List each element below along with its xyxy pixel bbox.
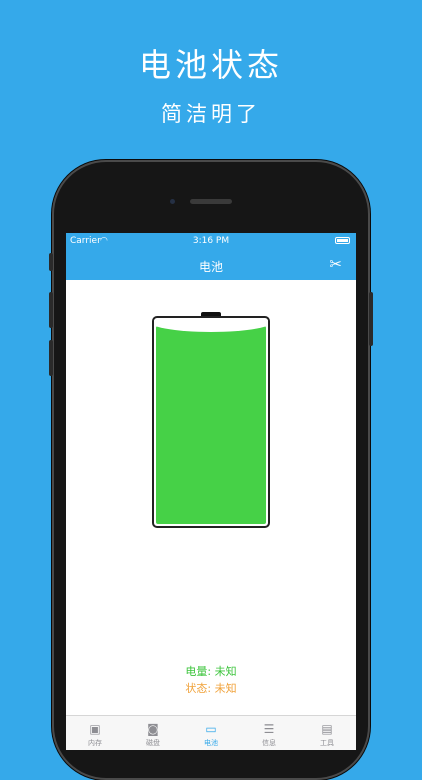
navigation-bar: Carrier ◠ 3:16 PM 电池 ✂	[66, 233, 356, 280]
memory-chip-icon: ▣	[89, 722, 101, 736]
tab-label: 电池	[204, 739, 218, 747]
tab-label: 磁盘	[146, 739, 160, 747]
battery-wave	[154, 320, 268, 333]
status-time: 3:16 PM	[192, 236, 230, 246]
battery-tab-icon: ▭	[205, 722, 217, 736]
tab-battery[interactable]: ▭ 电池	[182, 716, 240, 750]
page-title: 电池	[198, 260, 223, 274]
battery-body	[152, 316, 270, 528]
power-button	[369, 292, 373, 346]
battery-fill	[154, 320, 268, 524]
battery-level-text: 电量: 未知	[185, 665, 237, 678]
volume-up-button	[49, 292, 53, 328]
tab-tools[interactable]: ▤ 工具	[298, 716, 356, 750]
battery-state-text: 状态: 未知	[185, 682, 237, 695]
tab-label: 信息	[262, 739, 276, 747]
info-list-icon: ☰	[263, 722, 275, 736]
app-screen: Carrier ◠ 3:16 PM 电池 ✂ 电量: 未知 状态: 未知 ▣ 内…	[66, 233, 356, 750]
tab-disk[interactable]: ◙ 磁盘	[124, 716, 182, 750]
scissors-icon[interactable]: ✂	[329, 255, 342, 273]
promo-subtitle: 简洁明了	[161, 102, 261, 126]
status-battery-icon	[335, 237, 350, 244]
tab-label: 工具	[320, 739, 334, 747]
tab-memory[interactable]: ▣ 内存	[66, 716, 124, 750]
tab-label: 内存	[88, 739, 102, 747]
battery-graphic	[152, 312, 270, 528]
tab-info[interactable]: ☰ 信息	[240, 716, 298, 750]
promo-title: 电池状态	[138, 46, 283, 84]
tab-bar: ▣ 内存 ◙ 磁盘 ▭ 电池 ☰ 信息 ▤ 工具	[66, 715, 356, 750]
volume-down-button	[49, 340, 53, 376]
earpiece-speaker	[190, 199, 232, 204]
disk-icon: ◙	[147, 722, 159, 736]
mute-switch	[49, 253, 53, 271]
front-camera	[170, 199, 175, 204]
toolbox-icon: ▤	[321, 722, 333, 736]
